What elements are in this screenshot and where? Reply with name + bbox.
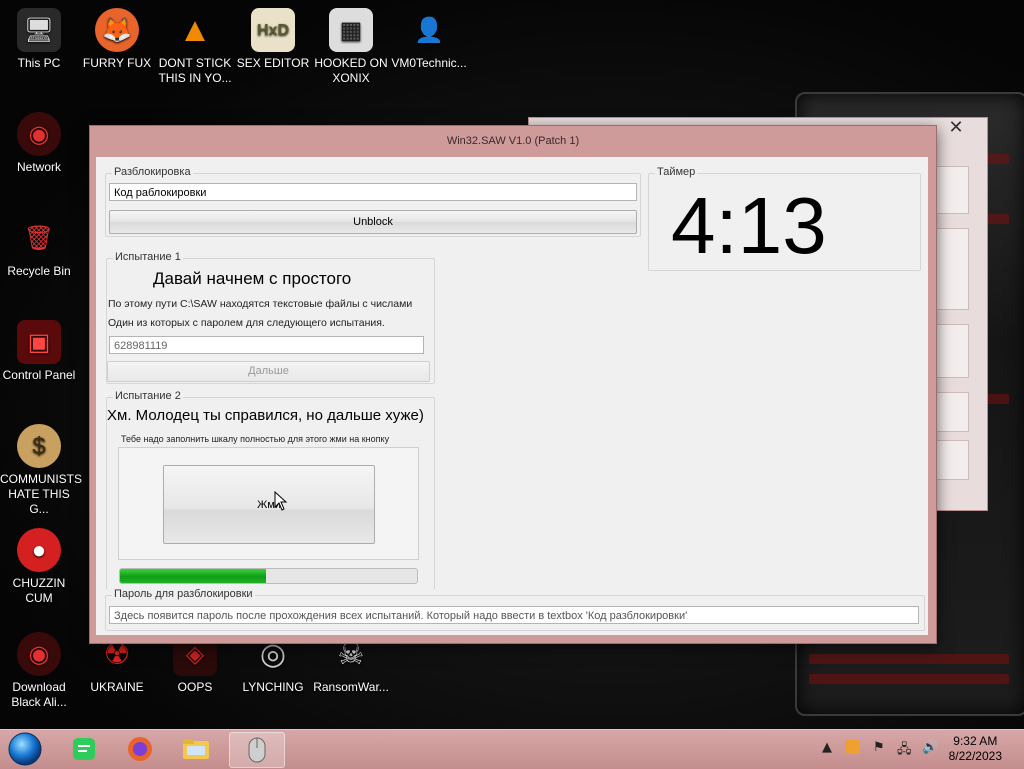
desktop-icon-communists[interactable]: $ COMMUNISTS HATE THIS G... — [0, 424, 82, 517]
vlc-cone-icon: ▲ — [178, 10, 212, 49]
money-bag-icon: $ — [17, 424, 61, 468]
desktop-icon-chuzzin[interactable]: ● CHUZZIN CUM — [0, 528, 78, 606]
network-icon: ◉ — [17, 112, 61, 156]
action-center-flag-icon[interactable]: ⚑ — [873, 740, 885, 755]
start-orb-icon — [8, 732, 42, 766]
test2-legend: Испытание 2 — [113, 390, 183, 402]
password-output-field[interactable]: Здесь появится пароль после прохождения … — [109, 606, 919, 624]
taskbar: ▲ ⚑ 🖧 🔊 9:32 AM 8/22/2023 — [0, 729, 1024, 769]
desktop-icon-recycle-bin[interactable]: 🗑 Recycle Bin — [0, 216, 78, 279]
clock-time: 9:32 AM — [953, 734, 998, 748]
desktop-icon-control-panel[interactable]: ▣ Control Panel — [0, 320, 78, 383]
icon-label: Recycle Bin — [7, 264, 71, 278]
firefox-icon: 🦊 — [95, 8, 139, 52]
icon-label: This PC — [17, 56, 61, 70]
icon-label: OOPS — [177, 680, 213, 694]
desktop-icon-download-black[interactable]: ◉ Download Black Ali... — [0, 632, 78, 710]
icon-label: Download Black Ali... — [11, 680, 67, 709]
test2-hint: Тебе надо заполнить шкалу полностью для … — [121, 434, 390, 444]
icon-label: HOOKED ON XONIX — [314, 56, 388, 85]
password-group: Пароль для разблокировки Здесь появится … — [105, 588, 925, 631]
test2-progress-bar — [119, 568, 418, 584]
download-icon: ◉ — [17, 632, 61, 676]
saw-window: Win32.SAW V1.0 (Patch 1) Разблокировка К… — [89, 125, 937, 644]
recycle-bin-icon: 🗑 — [23, 224, 55, 252]
folder-icon — [183, 739, 209, 759]
mouse-icon — [248, 737, 266, 763]
icon-label: FURRY FUX — [82, 56, 152, 70]
taskbar-firefox[interactable] — [114, 732, 166, 766]
start-button[interactable] — [2, 732, 48, 766]
test2-group: Испытание 2 Хм. Молодец ты справился, но… — [106, 390, 435, 590]
xonix-game-icon: ▦ — [329, 8, 373, 52]
desktop-icon-vm0technic[interactable]: 👤 VM0Technic... — [390, 8, 468, 71]
desktop-icon-dont-stick[interactable]: ▲ DONT STICK THIS IN YO... — [156, 8, 234, 86]
press-button-panel: Жми — [118, 447, 419, 560]
icon-label: DONT STICK THIS IN YO... — [158, 56, 232, 85]
unlock-legend: Разблокировка — [112, 166, 193, 178]
press-button[interactable]: Жми — [163, 465, 375, 544]
close-icon[interactable]: ✕ — [935, 119, 977, 137]
firefox-icon — [128, 737, 152, 761]
test2-heading: Хм. Молодец ты справился, но дальше хуже… — [107, 407, 424, 424]
hud-bar — [809, 674, 1009, 684]
taskbar-file-explorer[interactable] — [170, 732, 222, 766]
control-panel-icon: ▣ — [17, 320, 61, 364]
test1-group: Испытание 1 Давай начнем с простого По э… — [106, 251, 435, 384]
test1-instruction-line2: Один из которых с паролем для следующего… — [108, 317, 385, 329]
icon-label: VM0Technic... — [391, 56, 467, 70]
timer-group: Таймер 4:13 — [648, 166, 921, 271]
test1-legend: Испытание 1 — [113, 251, 183, 263]
desktop-icon-sex-editor[interactable]: HxD SEX EDITOR — [234, 8, 312, 71]
window-title: Win32.SAW V1.0 (Patch 1) — [446, 135, 580, 147]
tray-app-icon[interactable] — [845, 739, 861, 759]
desktop-icon-this-pc[interactable]: 🖥 This PC — [0, 8, 78, 71]
chuzzle-icon: ● — [17, 528, 61, 572]
orange-app-icon — [846, 740, 860, 754]
volume-icon[interactable]: 🔊 — [922, 740, 938, 755]
hud-bar — [809, 654, 1009, 664]
unlock-code-input[interactable]: Код раблокировки — [109, 183, 637, 201]
icon-label: CHUZZIN CUM — [12, 576, 66, 605]
icon-label: Network — [16, 160, 61, 174]
taskbar-notes-app[interactable] — [58, 732, 110, 766]
test1-heading: Давай начнем с простого — [153, 269, 352, 288]
mouse-cursor-icon — [274, 491, 288, 511]
icon-label: Control Panel — [2, 368, 76, 382]
icon-label: RansomWar... — [313, 680, 389, 694]
icon-label: LYNCHING — [242, 680, 304, 694]
window-client-area: Разблокировка Код раблокировки Unblock Т… — [96, 157, 928, 635]
progress-fill — [120, 569, 266, 583]
hex-editor-icon: HxD — [251, 8, 295, 52]
taskbar-clock[interactable]: 9:32 AM 8/22/2023 — [949, 734, 1002, 764]
desktop-icon-network[interactable]: ◉ Network — [0, 112, 78, 175]
timer-legend: Таймер — [655, 166, 698, 178]
test1-password-input[interactable]: 628981119 — [109, 336, 424, 354]
next-button[interactable]: Дальше — [107, 361, 430, 382]
person-icon: 👤 — [414, 16, 444, 44]
desktop-icon-furry-fux[interactable]: 🦊 FURRY FUX — [78, 8, 156, 71]
notes-app-icon — [73, 738, 95, 760]
clock-date: 8/22/2023 — [948, 749, 1002, 763]
desktop-icon-hooked-on-xonix[interactable]: ▦ HOOKED ON XONIX — [312, 8, 390, 86]
timer-display: 4:13 — [671, 181, 827, 270]
network-tray-icon[interactable]: 🖧 — [897, 740, 912, 762]
taskbar-saw-app[interactable] — [229, 732, 285, 768]
unlock-group: Разблокировка Код раблокировки Unblock — [105, 166, 641, 237]
icon-label: SEX EDITOR — [236, 56, 310, 70]
show-hidden-icons[interactable]: ▲ — [822, 740, 832, 755]
computer-icon: 🖥 — [17, 8, 61, 52]
icon-label: COMMUNISTS HATE THIS G... — [0, 472, 82, 516]
unblock-button[interactable]: Unblock — [109, 210, 637, 234]
icon-label: UKRAINE — [90, 680, 144, 694]
password-legend: Пароль для разблокировки — [112, 588, 255, 600]
test1-instruction-line1: По этому пути C:\SAW находятся текстовые… — [108, 298, 413, 310]
